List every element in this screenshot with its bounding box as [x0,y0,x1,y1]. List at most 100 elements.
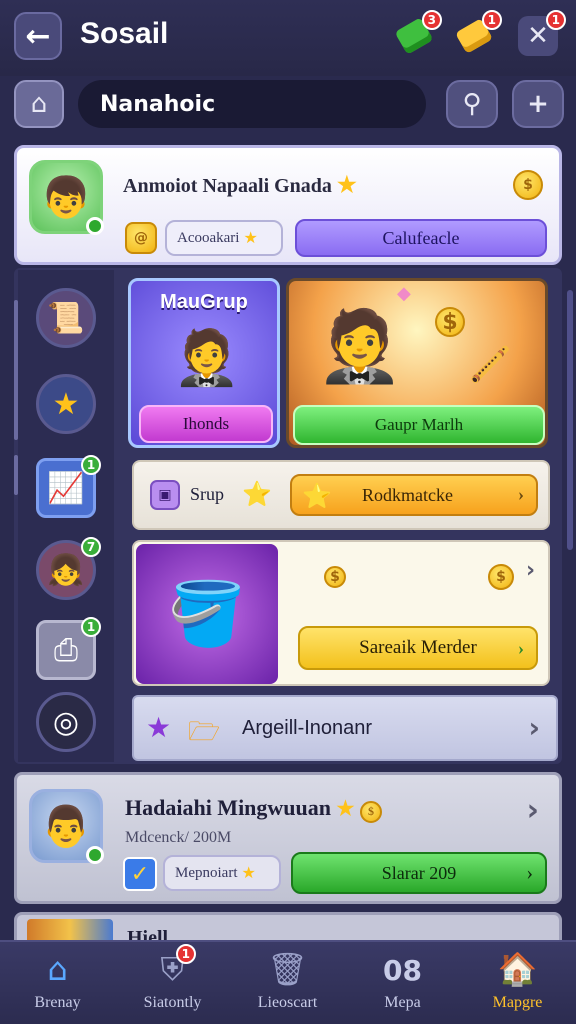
profile-name-text: Anmoiot Napaali Gnada [123,175,332,197]
group-tile-button[interactable]: Ihonds [139,405,273,443]
group-tile[interactable]: MauGrup 🤵 Ihonds [128,278,280,448]
star-icon: ⭐ [302,484,332,510]
page-title: Sosail [80,17,169,50]
chevron-right-icon: › [518,638,524,658]
notification-badge: 1 [175,944,196,964]
group-row-button[interactable]: ⭐ Rodkmatcke › [290,474,538,516]
green-gem-button[interactable]: 3 [392,10,442,58]
chevron-right-icon[interactable]: › [526,558,535,583]
sidebar-badge: 7 [81,537,101,557]
left-scrollbar[interactable] [14,300,18,440]
nav-item-siatontly[interactable]: ⛨ 1 Siatontly [115,942,230,1024]
home-icon: ⌂ [47,950,68,988]
bottom-nav: ⌂ Brenay ⛨ 1 Siatontly 🗑 Lieoscart 08 Me… [0,940,576,1024]
folder-icon: 🗁 [188,717,221,747]
notification-badge: 1 [481,10,502,30]
nav-label: Brenay [34,994,81,1011]
card-icon: 🗑 [267,950,308,988]
right-scrollbar[interactable] [567,290,573,550]
nav-label: Siatontly [143,994,202,1011]
coin-icon: $ [435,307,465,337]
coin-icon: $ [324,566,346,588]
chevron-right-icon[interactable]: › [527,793,539,828]
nav-label: Mapgre [492,994,543,1011]
profile-chip-label: Acooakari [177,229,240,246]
search-row: ⌂ Nanahoic ⚲ + [0,76,576,136]
friend-name: Hadaiahi Mingwuuan ★ $ [125,795,382,823]
sidebar-item-map[interactable]: 📜 [36,288,96,348]
coin-icon: $ [359,800,382,823]
treasure-bucket-icon: 🪣 [136,544,278,684]
coin-icon: $ [488,564,514,590]
house-icon: 🏠 [497,950,538,988]
checkbox[interactable]: ✓ [123,857,157,891]
friend-avatar[interactable]: 👨 [29,789,104,864]
profile-name: Anmoiot Napaali Gnada ★ [123,172,357,198]
star-icon: ⭐ [242,480,272,508]
search-input[interactable]: Nanahoic [78,80,426,128]
friend-card[interactable]: 👨 Hadaiahi Mingwuuan ★ $ Mdcenck/ 200M ›… [14,772,562,904]
profile-chip[interactable]: Acooakari ★ [165,220,283,256]
group-row[interactable]: ▣ Srup ⭐ ⭐ Rodkmatcke › [132,460,550,530]
profile-action-button[interactable]: Calufeacle [295,219,547,257]
nav-label: Mepa [384,994,421,1011]
hero-character-icon: 🤵 [316,304,404,387]
sidebar-item-star[interactable]: ★ [36,374,96,434]
home-icon: ⌂ [30,89,48,119]
map-scroll-icon: 📜 [47,300,85,336]
nav-item-lieoscart[interactable]: 🗑 Lieoscart [230,942,345,1024]
sidebar-item-printer[interactable]: ⎙ 1 [36,617,101,680]
sidebar-item-target[interactable]: ◎ [36,692,96,752]
notification-badge: 1 [545,10,566,30]
sidebar-item-player[interactable]: 👧 7 [36,537,101,600]
nav-item-mepa[interactable]: 08 Mepa [345,942,460,1024]
check-icon: ✓ [130,861,150,887]
friend-action-button[interactable]: Slarar 209 › [291,852,547,894]
online-status-dot [86,217,104,235]
left-scrollbar-secondary[interactable] [14,455,18,495]
search-button[interactable]: ⚲ [446,80,498,128]
avatar[interactable]: 👦 [29,160,104,235]
arrow-left-icon: ← [25,18,51,54]
nav-item-mapgre[interactable]: 🏠 Mapgre [460,942,575,1024]
reward-button-label: Sareaik Merder [359,637,477,658]
hero-tile-button[interactable]: Gaupr Marlh [293,405,545,445]
reward-row[interactable]: 🪣 $ $ › Sareaik Merder › [132,540,550,686]
nav-item-brenay[interactable]: ⌂ Brenay [0,942,115,1024]
back-button[interactable]: ← [14,12,62,60]
friend-chip[interactable]: Mepnoiart ★ [163,855,281,891]
friend-subtitle: Mdcenck/ 200M [125,829,232,846]
coin-token-icon[interactable]: @ [125,222,157,254]
hero-tile[interactable]: 🤵 $ 🪈 ◆ Gaupr Marlh [286,278,548,448]
friend-chip-label: Mepnoiart [175,864,238,881]
shield-icon: ⛨ [160,950,185,988]
reward-button[interactable]: Sareaik Merder › [298,626,538,670]
star-icon: ★ [336,172,357,197]
sidebar-badge: 1 [81,455,101,475]
chart-icon: 📈 [47,470,85,506]
group-icon: ▣ [150,480,180,510]
argeill-row[interactable]: ★ 🗁 Argeill-Inonanr › [132,695,558,761]
sidebar-badge: 1 [81,617,101,637]
sidebar-item-chart[interactable]: 📈 1 [36,455,101,518]
online-status-dot [86,846,104,864]
yellow-gem-button[interactable]: 1 [452,10,502,58]
friend-action-label: Slarar 209 [381,862,457,883]
gold-bar-icon: 🪈 [469,345,512,385]
coin-icon[interactable]: $ [513,170,543,200]
printer-icon: ⎙ [54,632,78,668]
player-avatar-icon: 👨 [41,803,91,850]
group-tile-title: MauGrup [160,291,248,313]
gem-icon: ◆ [397,283,411,304]
notification-badge: 3 [421,10,442,30]
chevron-right-icon: › [526,862,533,884]
star-icon: ★ [241,865,256,882]
nav-label: Lieoscart [257,994,318,1011]
group-row-button-label: Rodkmatcke [362,484,453,505]
player-avatar-icon: 👦 [41,174,91,221]
friend-name-text: Hadaiahi Mingwuuan [125,795,332,820]
target-icon: ◎ [52,704,80,740]
home-button[interactable]: ⌂ [14,80,64,128]
close-button[interactable]: ✕ 1 [516,10,566,58]
add-button[interactable]: + [512,80,564,128]
